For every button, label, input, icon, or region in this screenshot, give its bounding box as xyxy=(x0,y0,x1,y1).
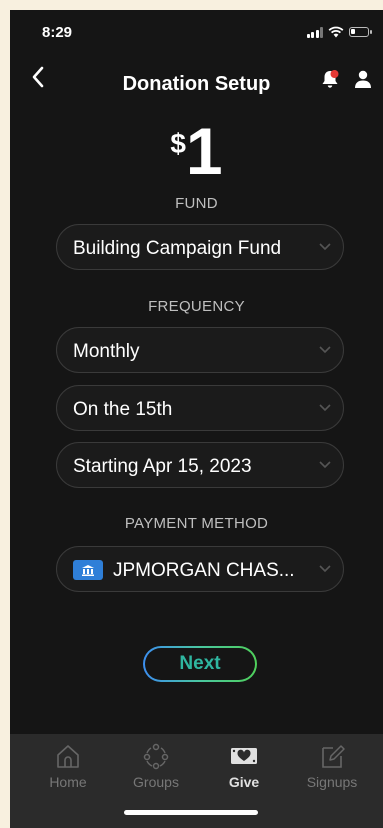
donation-amount[interactable]: $1 xyxy=(10,118,383,184)
payment-method-select[interactable]: JPMORGAN CHAS... xyxy=(56,546,344,592)
payment-method-label: PAYMENT METHOD xyxy=(124,515,269,532)
tab-give[interactable]: Give xyxy=(199,734,289,790)
amount-value: 1 xyxy=(185,114,223,188)
status-time: 8:29 xyxy=(42,24,73,41)
battery-icon xyxy=(349,27,372,37)
status-icons xyxy=(306,26,372,38)
currency-symbol: $ xyxy=(170,128,186,159)
chevron-down-icon xyxy=(319,243,331,251)
chevron-down-icon xyxy=(319,461,331,469)
home-indicator[interactable] xyxy=(124,810,258,815)
tab-groups-label: Groups xyxy=(133,774,179,790)
phone-screen: 8:29 Donation Setup $1 FUND Building Cam… xyxy=(10,10,383,828)
nav-header: Donation Setup xyxy=(10,56,383,100)
chevron-down-icon xyxy=(319,346,331,354)
chevron-down-icon xyxy=(319,565,331,573)
bank-icon xyxy=(73,560,103,580)
give-icon xyxy=(231,748,257,764)
payment-method-value: JPMORGAN CHAS... xyxy=(113,560,295,581)
tab-signups-label: Signups xyxy=(306,774,358,790)
home-icon xyxy=(57,745,79,768)
signal-icon xyxy=(306,26,323,38)
profile-icon[interactable] xyxy=(352,68,374,90)
groups-icon xyxy=(143,743,169,770)
tab-give-label: Give xyxy=(228,774,260,790)
frequency-interval-select[interactable]: Monthly xyxy=(56,327,344,373)
frequency-label: FREQUENCY xyxy=(148,298,245,315)
fund-select[interactable]: Building Campaign Fund xyxy=(56,224,344,270)
next-button[interactable]: Next xyxy=(143,646,257,682)
wifi-icon xyxy=(328,26,344,38)
tab-groups[interactable]: Groups xyxy=(111,734,201,790)
frequency-interval-value: Monthly xyxy=(73,341,140,362)
notification-bell-icon[interactable] xyxy=(319,68,341,90)
status-bar: 8:29 xyxy=(10,10,383,56)
start-date-select[interactable]: Starting Apr 15, 2023 xyxy=(56,442,344,488)
tab-home[interactable]: Home xyxy=(23,734,113,790)
fund-value: Building Campaign Fund xyxy=(73,238,282,259)
frequency-day-select[interactable]: On the 15th xyxy=(56,385,344,431)
frequency-day-value: On the 15th xyxy=(73,399,173,420)
start-date-value: Starting Apr 15, 2023 xyxy=(73,456,252,477)
notification-dot xyxy=(330,70,339,78)
tab-home-label: Home xyxy=(49,774,87,790)
chevron-down-icon xyxy=(319,404,331,412)
tab-signups[interactable]: Signups xyxy=(287,734,377,790)
next-button-label: Next xyxy=(179,653,221,674)
fund-label: FUND xyxy=(175,195,218,212)
signups-icon xyxy=(322,745,345,768)
